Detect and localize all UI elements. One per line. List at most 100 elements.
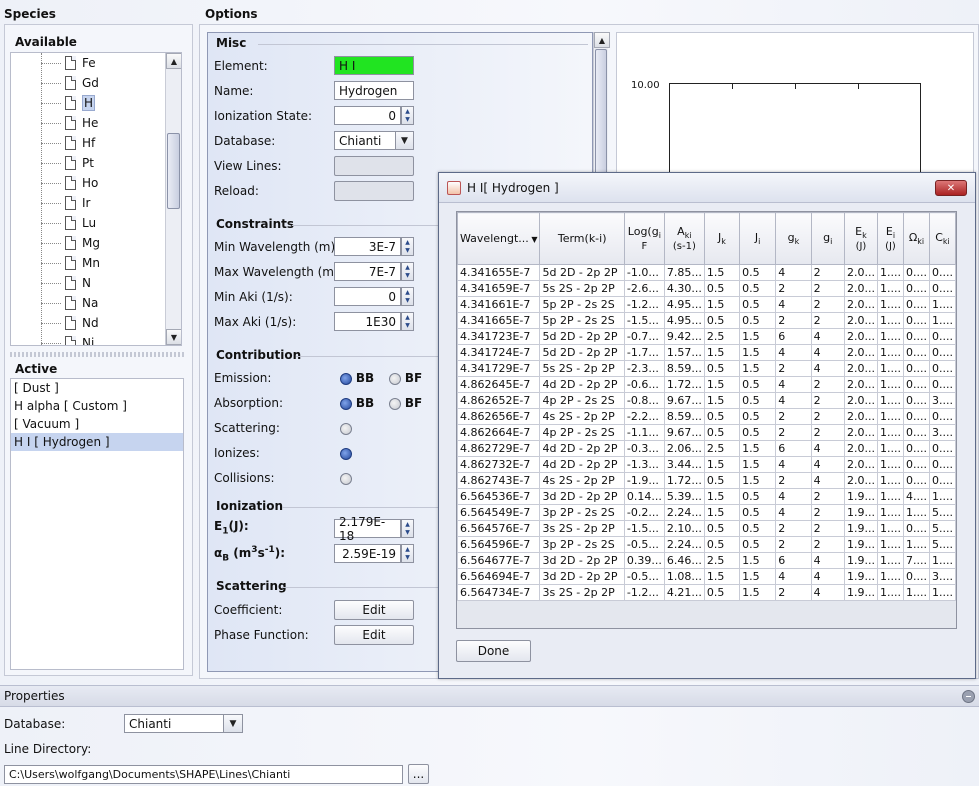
max-aki-input[interactable]: 1E30 <box>334 312 401 331</box>
min-wavelength-spinner[interactable]: ▲ ▼ <box>401 237 414 256</box>
table-row[interactable]: 4.341723E-7 5d 2D - 2p 2P -0.7... 9.42... 2.… <box>457 328 956 345</box>
table-row[interactable]: 6.564694E-7 3d 2D - 2p 2P -0.5... 1.08... 1.… <box>457 568 956 585</box>
table-row[interactable]: 6.564734E-7 3s 2S - 2p 2P -1.2... 4.21... 0.… <box>457 584 956 601</box>
tree-item[interactable]: Ni <box>65 333 94 345</box>
table-row[interactable]: 4.341661E-7 5p 2P - 2s 2S -1.2... 4.95... 1.… <box>457 296 956 313</box>
column-header[interactable]: gi <box>810 212 845 265</box>
table-row[interactable]: 4.862732E-7 4d 2D - 2p 2P -1.3... 3.44... 1.… <box>457 456 956 473</box>
tree-item[interactable]: Mn <box>65 253 100 273</box>
scroll-up-icon[interactable]: ▲ <box>166 53 181 69</box>
table-row[interactable]: 6.564576E-7 3s 2S - 2p 2P -1.5... 2.10... 0.… <box>457 520 956 537</box>
column-header[interactable]: Wavelengt... ▼ <box>457 212 541 265</box>
min-aki-spinner[interactable]: ▲ ▼ <box>401 287 414 306</box>
column-header[interactable]: Ji <box>739 212 777 265</box>
prop-database-dropdown-icon[interactable]: ▼ <box>223 714 243 733</box>
table-row[interactable]: 4.341659E-7 5s 2S - 2p 2P -2.6... 4.30... 0.… <box>457 280 956 297</box>
column-header[interactable]: Ei (J) <box>876 212 904 265</box>
tree-item[interactable]: H <box>65 93 96 113</box>
done-button[interactable]: Done <box>456 640 531 662</box>
database-select[interactable]: Chianti <box>334 131 396 150</box>
prop-database-select[interactable]: Chianti <box>124 714 224 733</box>
min-wavelength-input[interactable]: 3E-7 <box>334 237 401 256</box>
e1-input[interactable]: 2.179E-18 <box>334 515 401 543</box>
column-header[interactable]: Cki <box>928 212 956 265</box>
scroll-thumb[interactable] <box>595 49 607 189</box>
tree-item[interactable]: Ho <box>65 173 98 193</box>
database-dropdown-icon[interactable]: ▼ <box>395 131 414 150</box>
line-directory-input[interactable]: C:\Users\wolfgang\Documents\SHAPE\Lines\… <box>4 765 403 784</box>
column-header[interactable]: Jk <box>703 212 741 265</box>
absorption-bb-radio[interactable]: BB <box>340 396 374 410</box>
min-aki-input[interactable]: 0 <box>334 287 401 306</box>
tree-item[interactable]: Ir <box>65 193 90 213</box>
available-scrollbar[interactable]: ▲ ▼ <box>165 53 181 345</box>
name-field[interactable]: Hydrogen <box>334 81 414 100</box>
ionizes-checkbox[interactable] <box>340 446 352 460</box>
table-row[interactable]: 6.564549E-7 3p 2P - 2s 2S -0.2... 2.24... 1.… <box>457 504 956 521</box>
phase-function-edit-button[interactable]: Edit <box>334 625 414 645</box>
max-wavelength-input[interactable]: 7E-7 <box>334 262 401 281</box>
table-cell: 2 <box>775 424 812 441</box>
tree-item[interactable]: Pt <box>65 153 94 173</box>
splitter[interactable] <box>10 352 186 357</box>
column-header[interactable]: Aki (s-1) <box>663 212 705 265</box>
scroll-up-icon[interactable]: ▲ <box>594 32 610 48</box>
absorption-bf-radio[interactable]: BF <box>389 396 422 410</box>
tree-item[interactable]: Hf <box>65 133 95 153</box>
ionization-state-input[interactable]: 0 <box>334 106 401 125</box>
table-row[interactable]: 4.862664E-7 4p 2P - 2s 2S -1.1... 9.67... 0.… <box>457 424 956 441</box>
active-list-item[interactable]: [ Vacuum ] <box>11 415 183 433</box>
tree-item[interactable]: Mg <box>65 233 100 253</box>
dialog-title-bar[interactable]: H I[ Hydrogen ] ✕ <box>439 173 975 203</box>
table-row[interactable]: 6.564677E-7 3d 2D - 2p 2P 0.39... 6.46... 2.… <box>457 552 956 569</box>
column-header[interactable]: Ωki <box>902 212 930 265</box>
table-row[interactable]: 4.341724E-7 5d 2D - 2p 2P -1.7... 1.57... 1.… <box>457 344 956 361</box>
e1-spinner[interactable]: ▲ ▼ <box>401 519 414 538</box>
tree-item[interactable]: Lu <box>65 213 96 233</box>
options-scrollbar[interactable]: ▲ <box>593 32 610 189</box>
ionization-state-spinner[interactable]: ▲ ▼ <box>401 106 414 125</box>
tree-item[interactable]: Fe <box>65 53 96 73</box>
column-header[interactable]: Log(gi F <box>623 212 665 265</box>
table-row[interactable]: 4.862652E-7 4p 2P - 2s 2S -0.8... 9.67... 1.… <box>457 392 956 409</box>
max-wavelength-spinner[interactable]: ▲ ▼ <box>401 262 414 281</box>
max-aki-spinner[interactable]: ▲ ▼ <box>401 312 414 331</box>
table-row[interactable]: 4.862729E-7 4d 2D - 2p 2P -0.3... 2.06... 2.… <box>457 440 956 457</box>
tree-item[interactable]: He <box>65 113 98 133</box>
emission-bb-radio[interactable]: BB <box>340 371 374 385</box>
table-row[interactable]: 4.341729E-7 5s 2S - 2p 2P -2.3... 8.59... 0.… <box>457 360 956 377</box>
reload-button[interactable] <box>334 181 414 201</box>
collapse-icon[interactable] <box>962 690 975 703</box>
active-list-item[interactable]: [ Dust ] <box>11 379 183 397</box>
coefficient-edit-button[interactable]: Edit <box>334 600 414 620</box>
scroll-down-icon[interactable]: ▼ <box>166 329 181 345</box>
alpha-spinner[interactable]: ▲ ▼ <box>401 544 414 563</box>
active-list-item[interactable]: H alpha [ Custom ] <box>11 397 183 415</box>
tree-item[interactable]: Nd <box>65 313 99 333</box>
browse-button[interactable]: ... <box>408 764 429 784</box>
column-header[interactable]: Ek (J) <box>843 212 878 265</box>
view-lines-button[interactable] <box>334 156 414 176</box>
tree-item[interactable]: Gd <box>65 73 99 93</box>
tree-item[interactable]: N <box>65 273 91 293</box>
table-cell: 4d 2D - 2p 2P <box>539 376 625 393</box>
table-row[interactable]: 4.341655E-7 5d 2D - 2p 2P -1.0... 7.85... 1.… <box>457 264 956 281</box>
table-row[interactable]: 4.862656E-7 4s 2S - 2p 2P -2.2... 8.59... 0.… <box>457 408 956 425</box>
element-field[interactable]: H I <box>334 56 414 75</box>
emission-bf-radio[interactable]: BF <box>389 371 422 385</box>
table-row[interactable]: 6.564536E-7 3d 2D - 2p 2P 0.14... 5.39... 1.… <box>457 488 956 505</box>
table-row[interactable]: 4.862743E-7 4s 2S - 2p 2P -1.9... 1.72... 0.… <box>457 472 956 489</box>
scroll-thumb[interactable] <box>167 133 180 209</box>
collisions-checkbox[interactable] <box>340 471 352 485</box>
close-icon[interactable]: ✕ <box>935 180 967 196</box>
table-row[interactable]: 4.341665E-7 5p 2P - 2s 2S -1.5... 4.95... 0.… <box>457 312 956 329</box>
column-header[interactable]: gk <box>775 212 812 265</box>
column-header[interactable]: Term(k-i) <box>539 212 625 265</box>
active-list-item[interactable]: H I [ Hydrogen ] <box>11 433 183 451</box>
table-cell: 1.... <box>928 584 956 601</box>
scattering-checkbox[interactable] <box>340 421 352 435</box>
table-row[interactable]: 6.564596E-7 3p 2P - 2s 2S -0.5... 2.24... 0.… <box>457 536 956 553</box>
table-row[interactable]: 4.862645E-7 4d 2D - 2p 2P -0.6... 1.72... 1.… <box>457 376 956 393</box>
tree-item[interactable]: Na <box>65 293 98 313</box>
alpha-input[interactable]: 2.59E-19 <box>334 544 401 563</box>
